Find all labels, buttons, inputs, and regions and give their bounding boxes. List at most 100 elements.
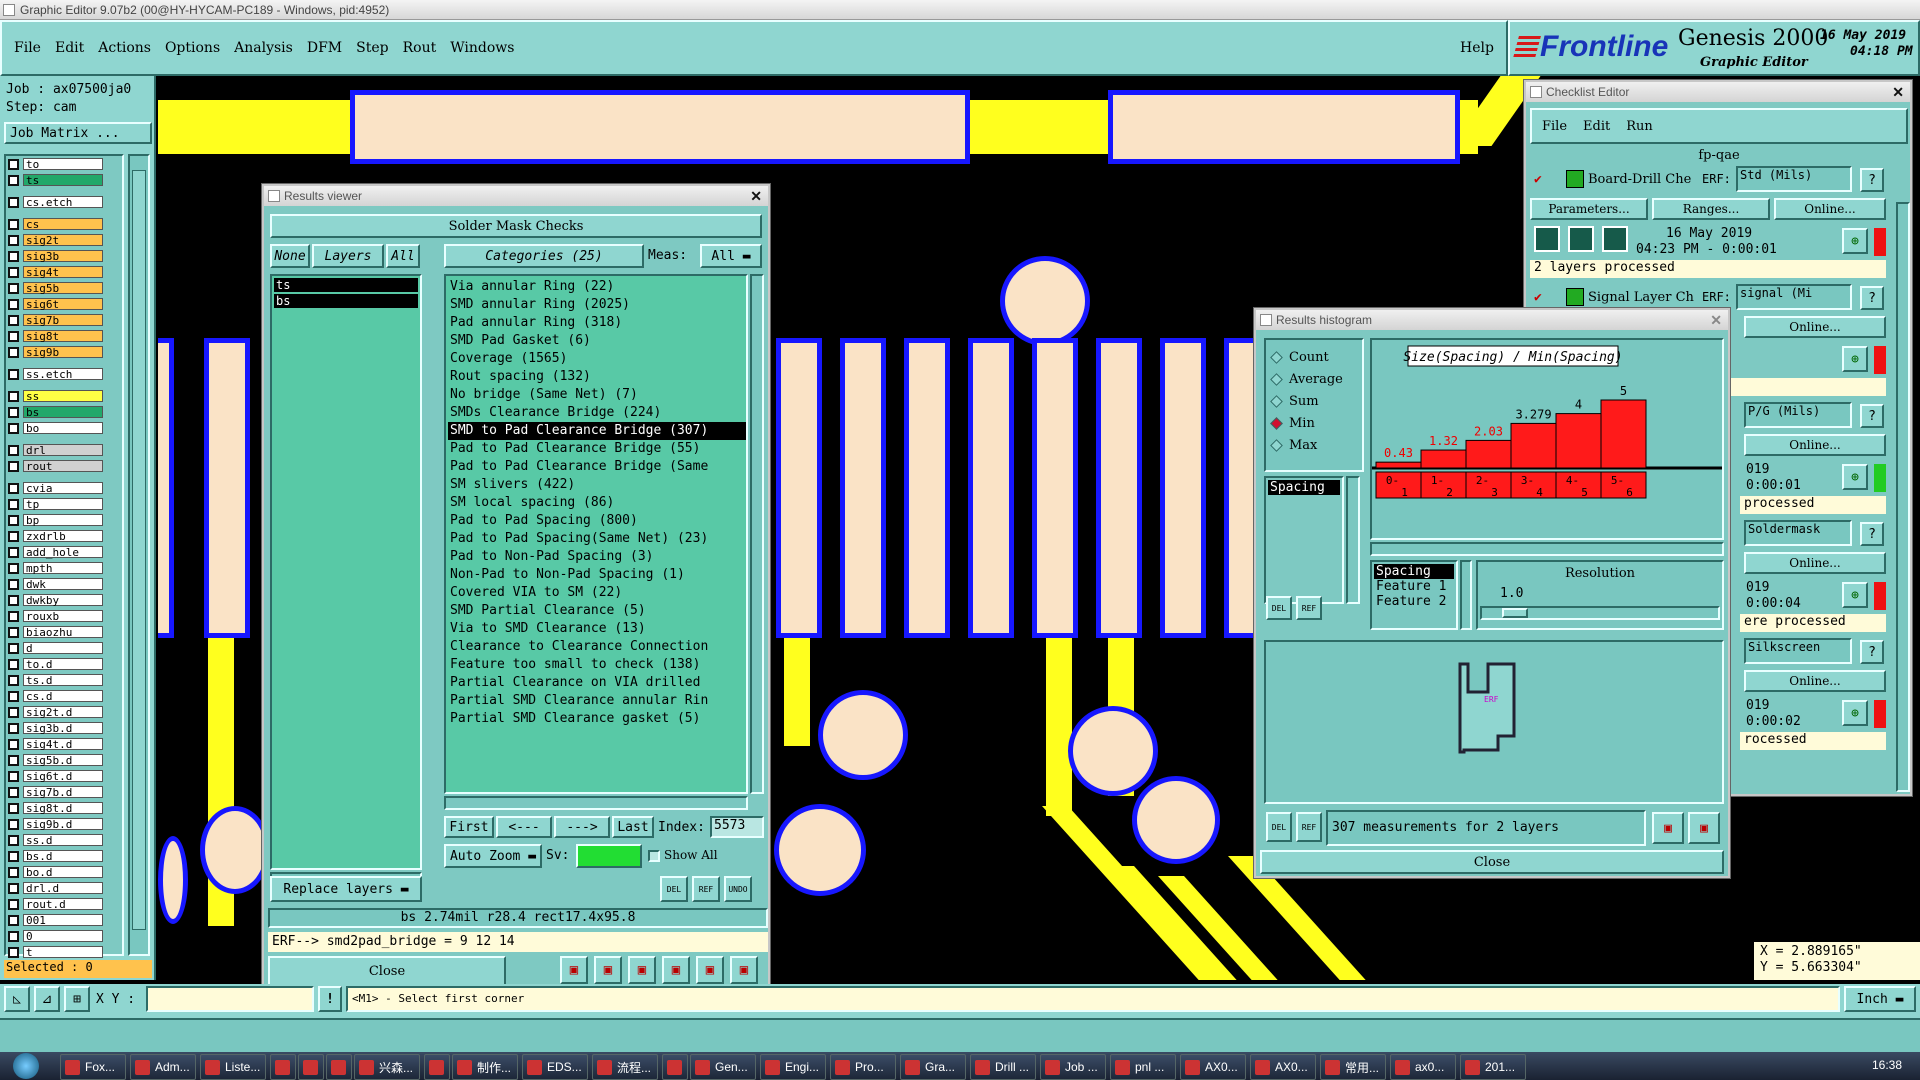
stop-icon[interactable] [1602,226,1628,252]
next-button[interactable]: ---> [554,816,610,838]
layer-checkbox[interactable] [8,834,19,846]
histogram-close-button[interactable]: Close [1260,850,1724,874]
help-button[interactable]: ? [1860,640,1884,664]
taskbar-item[interactable]: ax0... [1390,1054,1456,1080]
category-item[interactable]: Partial SMD Clearance annular Rin [448,692,746,710]
help-button[interactable]: ? [1860,168,1884,192]
layer-row[interactable]: sig4t [8,266,103,279]
del-icon[interactable]: DEL [660,876,688,902]
layer-checkbox[interactable] [8,330,19,342]
layer-checkbox[interactable] [8,866,19,878]
histogram-icon[interactable]: ▣ [730,956,758,984]
radio-max[interactable]: Max [1270,434,1362,456]
checklist-menu-edit[interactable]: Edit [1583,119,1610,134]
layer-row[interactable]: bs [8,406,103,419]
close-icon[interactable]: ✕ [750,188,762,205]
layer-row[interactable]: mpth [8,562,103,575]
layer-row[interactable]: sig5b.d [8,754,103,767]
layer-row[interactable]: ts.d [8,674,103,687]
taskbar-item[interactable]: EDS... [522,1054,588,1080]
attribute-scroll[interactable] [1346,476,1360,604]
categories-hscroll[interactable] [444,796,748,810]
layer-checkbox[interactable] [8,422,19,434]
menu-analysis[interactable]: Analysis [234,40,293,56]
zoom-icon[interactable]: ⊕ [1842,700,1868,726]
legend-scroll[interactable] [1460,560,1472,630]
layer-row[interactable]: sig5b [8,282,103,295]
layer-checkbox[interactable] [8,266,19,278]
layer-checkbox[interactable] [8,174,19,186]
menu-step[interactable]: Step [356,40,388,56]
help-button[interactable]: ? [1860,404,1884,428]
layer-row[interactable]: drl.d [8,882,103,895]
layer-checkbox[interactable] [8,658,19,670]
category-item[interactable]: Pad to Pad Spacing (800) [448,512,746,530]
categories-vscroll[interactable] [750,274,764,794]
result-layer-item[interactable]: ts [274,278,418,292]
layer-row[interactable]: sig6t [8,298,103,311]
layer-row[interactable]: cvia [8,482,103,495]
layer-checkbox[interactable] [8,578,19,590]
category-item[interactable]: Non-Pad to Non-Pad Spacing (1) [448,566,746,584]
layer-checkbox[interactable] [8,314,19,326]
layer-row[interactable]: sig3b [8,250,103,263]
delete-icon[interactable]: ▣ [628,956,656,984]
show-all-checkbox[interactable] [648,850,660,862]
layer-row[interactable]: rouxb [8,610,103,623]
layer-checkbox[interactable] [8,546,19,558]
all-button[interactable]: All [386,244,420,268]
taskbar-item[interactable]: 常用... [1320,1054,1386,1080]
category-item[interactable]: SMDs Clearance Bridge (224) [448,404,746,422]
category-item[interactable]: Partial Clearance on VIA drilled [448,674,746,692]
menu-actions[interactable]: Actions [98,40,151,56]
category-item[interactable]: Feature too small to check (138) [448,656,746,674]
layer-row[interactable]: bs.d [8,850,103,863]
online-button[interactable]: Online... [1744,434,1886,456]
taskbar-item[interactable] [298,1054,324,1080]
layer-row[interactable]: bp [8,514,103,527]
layer-row[interactable]: sig9b.d [8,818,103,831]
run-all-icon[interactable] [1568,226,1594,252]
online-button[interactable]: Online... [1744,552,1886,574]
taskbar-item[interactable]: AX0... [1250,1054,1316,1080]
unit-dropdown[interactable]: Inch ▬ [1844,986,1916,1012]
parameters-button[interactable]: Parameters... [1530,198,1648,220]
layer-checkbox[interactable] [8,626,19,638]
zoom-icon[interactable]: ⊕ [1842,582,1868,608]
start-button[interactable] [6,1052,46,1080]
online-button[interactable]: Online... [1744,316,1886,338]
layer-checkbox[interactable] [8,298,19,310]
layer-checkbox[interactable] [8,738,19,750]
taskbar-item[interactable]: Engi... [760,1054,826,1080]
layer-checkbox[interactable] [8,882,19,894]
online-button[interactable]: Online... [1744,670,1886,692]
taskbar-item[interactable]: 流程... [592,1054,658,1080]
auto-zoom-dropdown[interactable]: Auto Zoom ▬ [444,844,542,868]
hist-ref-icon[interactable]: REF [1296,596,1322,620]
layer-row[interactable]: biaozhu [8,626,103,639]
category-item[interactable]: Covered VIA to SM (22) [448,584,746,602]
resolution-slider[interactable] [1480,606,1720,620]
layer-checkbox[interactable] [8,898,19,910]
menu-rout[interactable]: Rout [403,40,437,56]
layer-checkbox[interactable] [8,674,19,686]
layer-row[interactable]: to.d [8,658,103,671]
histogram-bar[interactable] [1375,461,1422,469]
zoom-icon[interactable]: ⊕ [1842,228,1868,254]
layer-checkbox[interactable] [8,946,19,958]
layer-row[interactable]: rout [8,460,103,473]
category-item[interactable]: No bridge (Same Net) (7) [448,386,746,404]
layer-checkbox[interactable] [8,368,19,380]
layer-checkbox[interactable] [8,346,19,358]
erf-field[interactable]: Silkscreen [1744,638,1852,664]
layer-row[interactable]: sig9b [8,346,103,359]
taskbar-item[interactable]: 201... [1460,1054,1526,1080]
histogram-bar[interactable] [1555,413,1602,469]
erf-field[interactable]: Std (Mils) [1736,166,1852,192]
layer-row[interactable]: dwk [8,578,103,591]
taskbar-item[interactable] [326,1054,352,1080]
tool-icon-1[interactable]: ◺ [4,986,30,1012]
xy-input[interactable] [146,986,314,1012]
ranges-button[interactable]: Ranges... [1652,198,1770,220]
layer-row[interactable]: cs.etch [8,196,103,209]
